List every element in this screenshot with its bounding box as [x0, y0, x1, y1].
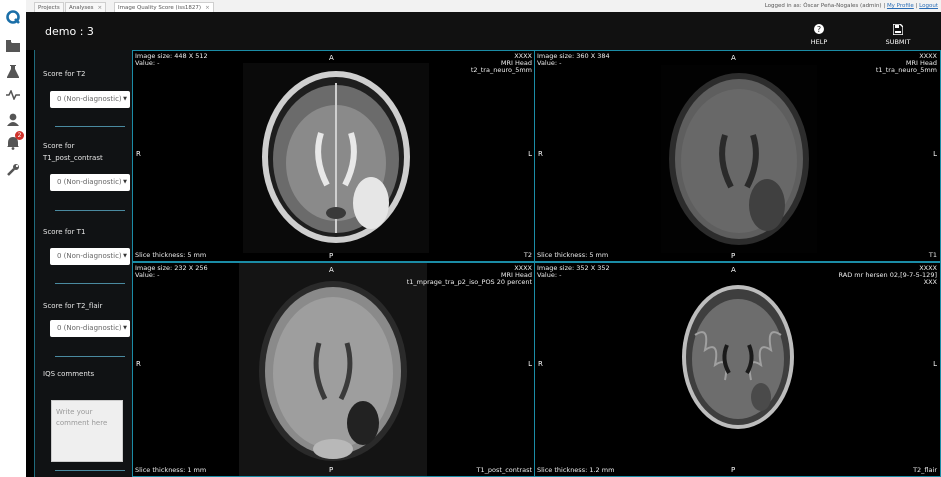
slice-thickness-text: Slice thickness: 1 mm	[135, 466, 207, 474]
left-nav-rail: 2	[0, 0, 27, 477]
score-label-t1: Score for T1	[43, 228, 86, 236]
orient-bottom: P	[329, 466, 334, 474]
score-label-t1-post-contrast: Score for T1_post_contrast	[43, 142, 103, 162]
series-description: t2_tra_neuro_5mm	[470, 66, 532, 74]
orient-left: R	[538, 150, 543, 158]
series-label: T2	[523, 251, 532, 259]
tab-analyses[interactable]: Analyses ×	[65, 2, 107, 12]
orient-right: L	[933, 150, 937, 158]
viewport-t2[interactable]: Image size: 448 X 512 Value: - XXXX MRI …	[132, 50, 536, 262]
slice-thickness-text: Slice thickness: 5 mm	[135, 251, 207, 259]
orient-right: L	[528, 360, 532, 368]
activity-icon[interactable]	[4, 86, 22, 104]
chevron-down-icon: ▼	[123, 325, 127, 331]
chevron-down-icon: ▼	[123, 253, 127, 259]
wrench-icon[interactable]	[4, 160, 22, 178]
orient-bottom: P	[731, 466, 736, 474]
pixel-value-text: Value: -	[537, 59, 562, 67]
series-label: T2_flair	[913, 466, 937, 474]
pixel-value-text: Value: -	[135, 59, 160, 67]
orient-left: R	[136, 150, 141, 158]
divider	[55, 356, 125, 357]
viewport-t2-flair[interactable]: Image size: 352 X 352 Value: - XXXX RAD …	[534, 262, 941, 477]
orient-top: A	[731, 266, 736, 274]
score-select-t2[interactable]: 0 (Non-diagnostic) ▼	[50, 91, 130, 108]
page-title: demo : 3	[45, 25, 94, 38]
comments-label: IQS comments	[43, 370, 95, 378]
orient-right: L	[933, 360, 937, 368]
pixel-value-text: Value: -	[537, 271, 562, 279]
viewer-header: demo : 3 ? HELP SUBMIT	[26, 12, 941, 50]
orient-top: A	[329, 54, 334, 62]
user-icon[interactable]	[4, 110, 22, 128]
help-icon: ?	[789, 24, 849, 38]
submit-button[interactable]: SUBMIT	[868, 23, 928, 46]
series-description: XXX	[923, 278, 937, 286]
orient-top: A	[329, 266, 334, 274]
orient-bottom: P	[731, 252, 736, 260]
orient-bottom: P	[329, 252, 334, 260]
orient-right: L	[528, 150, 532, 158]
user-info: Logged in as: Óscar Peña-Nogales (admin)…	[764, 3, 938, 9]
comments-textarea[interactable]: Write your comment here	[51, 400, 123, 462]
series-label: T1	[928, 251, 937, 259]
notification-badge: 2	[15, 131, 24, 140]
bell-icon[interactable]: 2	[4, 131, 24, 152]
tab-image-quality-score[interactable]: Image Quality Score (iss1827) ×	[114, 2, 214, 12]
score-sidebar: Score for T2 0 (Non-diagnostic) ▼ Score f…	[34, 50, 134, 477]
score-label-t2-flair: Score for T2_flair	[43, 302, 103, 310]
score-select-t1[interactable]: 0 (Non-diagnostic) ▼	[50, 248, 130, 265]
orient-top: A	[731, 54, 736, 62]
my-profile-link[interactable]: My Profile	[887, 3, 914, 9]
score-select-t2-flair[interactable]: 0 (Non-diagnostic) ▼	[50, 320, 130, 337]
close-icon[interactable]: ×	[98, 5, 103, 11]
top-right-line-2: RAD mr hersen 02,[9-7-5-129]	[838, 271, 937, 279]
orient-left: R	[136, 360, 141, 368]
flask-icon[interactable]	[4, 62, 22, 80]
logout-link[interactable]: Logout	[919, 3, 938, 9]
mri-image-t2-flair	[675, 275, 801, 445]
q-logo-icon[interactable]	[4, 8, 22, 26]
close-icon[interactable]: ×	[205, 5, 210, 11]
divider	[55, 126, 125, 127]
submit-icon	[868, 23, 928, 38]
mri-image-t1-post-contrast	[239, 263, 427, 476]
divider	[55, 210, 125, 211]
help-button[interactable]: ? HELP	[789, 24, 849, 46]
slice-thickness-text: Slice thickness: 1.2 mm	[537, 466, 615, 474]
divider	[55, 283, 125, 284]
mri-image-t1	[661, 65, 817, 253]
slice-thickness-text: Slice thickness: 5 mm	[537, 251, 609, 259]
viewport-t1-post-contrast[interactable]: Image size: 232 X 256 Value: - XXXX MRI …	[132, 262, 536, 477]
series-description: t1_mprage_tra_p2_iso_POS 20 percent	[406, 278, 532, 286]
pixel-value-text: Value: -	[135, 271, 160, 279]
viewport-t1[interactable]: Image size: 360 X 384 Value: - XXXX MRI …	[534, 50, 941, 262]
score-label-t2: Score for T2	[43, 70, 86, 78]
series-description: t1_tra_neuro_5mm	[875, 66, 937, 74]
svg-text:?: ?	[817, 25, 821, 34]
tab-projects[interactable]: Projects	[34, 2, 64, 12]
folder-icon[interactable]	[4, 37, 22, 55]
viewer-app: demo : 3 ? HELP SUBMIT Score for T2 0 (N…	[26, 12, 941, 477]
chevron-down-icon: ▼	[123, 179, 127, 185]
mri-image-t2	[243, 63, 429, 253]
score-select-t1-post-contrast[interactable]: 0 (Non-diagnostic) ▼	[50, 174, 130, 191]
divider	[55, 470, 125, 471]
chevron-down-icon: ▼	[123, 96, 127, 102]
orient-left: R	[538, 360, 543, 368]
series-label: T1_post_contrast	[476, 466, 532, 474]
